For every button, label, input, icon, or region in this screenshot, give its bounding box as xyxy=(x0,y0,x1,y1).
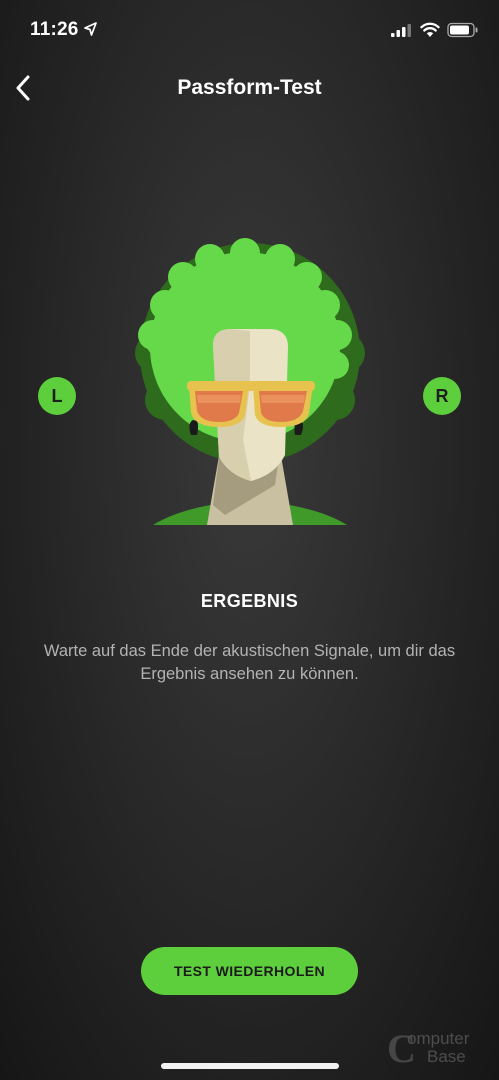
navigation-bar: Passform-Test xyxy=(0,64,499,112)
computerbase-watermark: C omputer Base xyxy=(387,1026,470,1071)
status-time: 11:26 xyxy=(30,19,79,40)
page-title: Passform-Test xyxy=(177,76,322,99)
status-bar: 11:26 xyxy=(0,0,499,60)
left-ear-badge: L xyxy=(38,377,76,415)
result-description: Warte auf das Ende der akustischen Signa… xyxy=(43,642,456,683)
retry-test-button[interactable]: TEST WIEDERHOLEN xyxy=(141,947,358,995)
fit-test-illustration xyxy=(135,238,365,525)
right-ear-badge: R xyxy=(423,377,461,415)
home-indicator[interactable] xyxy=(161,1063,339,1069)
cellular-signal-icon xyxy=(391,24,411,37)
left-earbud xyxy=(189,420,198,435)
watermark-line1: omputer xyxy=(407,1029,470,1048)
battery-icon xyxy=(447,22,478,38)
watermark-line2: Base xyxy=(427,1047,466,1066)
wifi-icon xyxy=(420,22,440,37)
location-arrow-icon xyxy=(84,22,97,36)
result-title: ERGEBNIS xyxy=(200,591,299,611)
